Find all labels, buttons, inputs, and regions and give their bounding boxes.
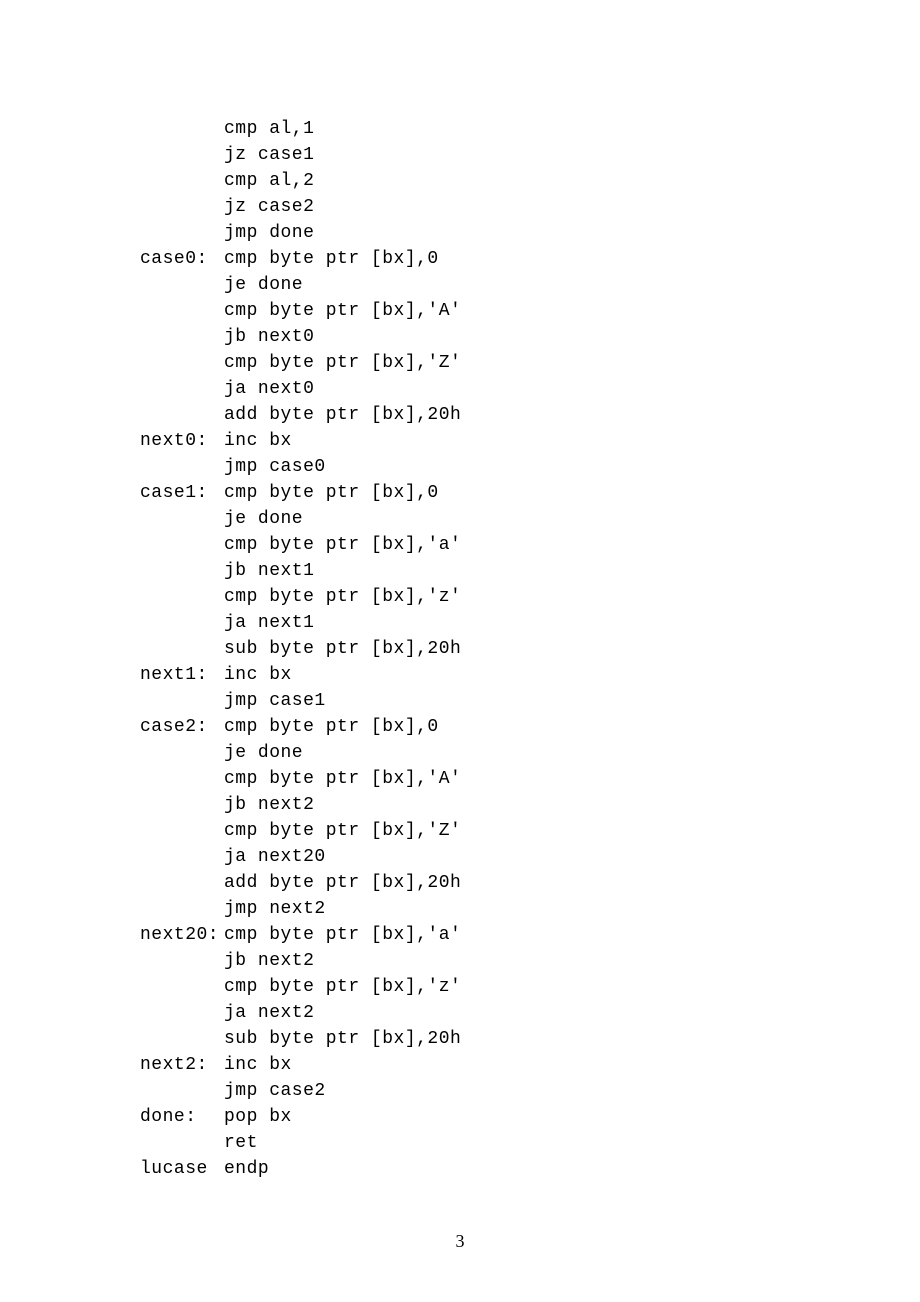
code-label: next20: xyxy=(140,922,224,948)
code-instruction: endp xyxy=(224,1159,269,1179)
code-instruction: jb next0 xyxy=(224,327,314,347)
code-instruction: jb next1 xyxy=(224,561,314,581)
code-instruction: ja next0 xyxy=(224,379,314,399)
code-instruction: ja next2 xyxy=(224,1003,314,1023)
code-instruction: cmp byte ptr [bx],0 xyxy=(224,249,439,269)
code-instruction: cmp byte ptr [bx],'a' xyxy=(224,925,461,945)
code-line: jb next2 xyxy=(140,948,860,974)
code-label: case2: xyxy=(140,714,224,740)
code-line: cmp al,2 xyxy=(140,168,860,194)
code-instruction: cmp al,1 xyxy=(224,119,314,139)
code-instruction: inc bx xyxy=(224,665,292,685)
code-line: cmp byte ptr [bx],'A' xyxy=(140,298,860,324)
code-instruction: jmp case1 xyxy=(224,691,326,711)
code-instruction: je done xyxy=(224,509,303,529)
code-line: jb next0 xyxy=(140,324,860,350)
code-line: cmp byte ptr [bx],'z' xyxy=(140,584,860,610)
code-line: ret xyxy=(140,1130,860,1156)
code-instruction: sub byte ptr [bx],20h xyxy=(224,639,461,659)
code-line: sub byte ptr [bx],20h xyxy=(140,636,860,662)
code-line: jmp next2 xyxy=(140,896,860,922)
code-instruction: jmp done xyxy=(224,223,314,243)
code-instruction: cmp byte ptr [bx],0 xyxy=(224,717,439,737)
code-line: case0:cmp byte ptr [bx],0 xyxy=(140,246,860,272)
code-instruction: cmp byte ptr [bx],'A' xyxy=(224,769,461,789)
code-line: next0:inc bx xyxy=(140,428,860,454)
code-line: jmp done xyxy=(140,220,860,246)
code-instruction: sub byte ptr [bx],20h xyxy=(224,1029,461,1049)
code-line: je done xyxy=(140,272,860,298)
code-label: next2: xyxy=(140,1052,224,1078)
code-instruction: cmp byte ptr [bx],'Z' xyxy=(224,821,461,841)
code-line: lucaseendp xyxy=(140,1156,860,1182)
code-instruction: jz case1 xyxy=(224,145,314,165)
code-instruction: je done xyxy=(224,743,303,763)
code-line: add byte ptr [bx],20h xyxy=(140,870,860,896)
code-instruction: jmp case2 xyxy=(224,1081,326,1101)
code-line: je done xyxy=(140,740,860,766)
code-instruction: cmp byte ptr [bx],'z' xyxy=(224,977,461,997)
code-instruction: cmp byte ptr [bx],'A' xyxy=(224,301,461,321)
code-line: ja next1 xyxy=(140,610,860,636)
code-instruction: add byte ptr [bx],20h xyxy=(224,405,461,425)
code-instruction: cmp byte ptr [bx],'Z' xyxy=(224,353,461,373)
code-line: jmp case2 xyxy=(140,1078,860,1104)
code-instruction: jz case2 xyxy=(224,197,314,217)
code-line: ja next2 xyxy=(140,1000,860,1026)
code-line: sub byte ptr [bx],20h xyxy=(140,1026,860,1052)
code-instruction: jmp next2 xyxy=(224,899,326,919)
code-line: case1:cmp byte ptr [bx],0 xyxy=(140,480,860,506)
code-instruction: cmp byte ptr [bx],'z' xyxy=(224,587,461,607)
code-line: cmp byte ptr [bx],'a' xyxy=(140,532,860,558)
code-instruction: ret xyxy=(224,1133,258,1153)
code-instruction: inc bx xyxy=(224,431,292,451)
code-listing: cmp al,1 jz case1 cmp al,2 jz case2 jmp done… xyxy=(0,0,920,1182)
code-instruction: inc bx xyxy=(224,1055,292,1075)
code-line: ja next0 xyxy=(140,376,860,402)
code-instruction: pop bx xyxy=(224,1107,292,1127)
code-instruction: jmp case0 xyxy=(224,457,326,477)
code-line: cmp byte ptr [bx],'Z' xyxy=(140,350,860,376)
code-label: case0: xyxy=(140,246,224,272)
code-line: next20:cmp byte ptr [bx],'a' xyxy=(140,922,860,948)
code-line: cmp byte ptr [bx],'A' xyxy=(140,766,860,792)
code-instruction: ja next1 xyxy=(224,613,314,633)
code-line: next2:inc bx xyxy=(140,1052,860,1078)
code-instruction: je done xyxy=(224,275,303,295)
code-line: je done xyxy=(140,506,860,532)
code-line: done:pop bx xyxy=(140,1104,860,1130)
code-label: case1: xyxy=(140,480,224,506)
code-line: cmp byte ptr [bx],'Z' xyxy=(140,818,860,844)
code-label: next0: xyxy=(140,428,224,454)
code-instruction: cmp byte ptr [bx],0 xyxy=(224,483,439,503)
code-line: jmp case0 xyxy=(140,454,860,480)
code-instruction: jb next2 xyxy=(224,795,314,815)
code-instruction: jb next2 xyxy=(224,951,314,971)
code-line: jz case2 xyxy=(140,194,860,220)
code-instruction: cmp al,2 xyxy=(224,171,314,191)
code-label: done: xyxy=(140,1104,224,1130)
code-line: add byte ptr [bx],20h xyxy=(140,402,860,428)
code-line: jmp case1 xyxy=(140,688,860,714)
code-line: jb next2 xyxy=(140,792,860,818)
code-instruction: add byte ptr [bx],20h xyxy=(224,873,461,893)
code-line: cmp al,1 xyxy=(140,116,860,142)
page-number: 3 xyxy=(0,1228,920,1254)
code-label: lucase xyxy=(140,1156,224,1182)
code-line: jz case1 xyxy=(140,142,860,168)
code-instruction: cmp byte ptr [bx],'a' xyxy=(224,535,461,555)
code-line: jb next1 xyxy=(140,558,860,584)
code-instruction: ja next20 xyxy=(224,847,326,867)
code-line: cmp byte ptr [bx],'z' xyxy=(140,974,860,1000)
code-line: next1:inc bx xyxy=(140,662,860,688)
code-line: ja next20 xyxy=(140,844,860,870)
code-label: next1: xyxy=(140,662,224,688)
code-line: case2:cmp byte ptr [bx],0 xyxy=(140,714,860,740)
